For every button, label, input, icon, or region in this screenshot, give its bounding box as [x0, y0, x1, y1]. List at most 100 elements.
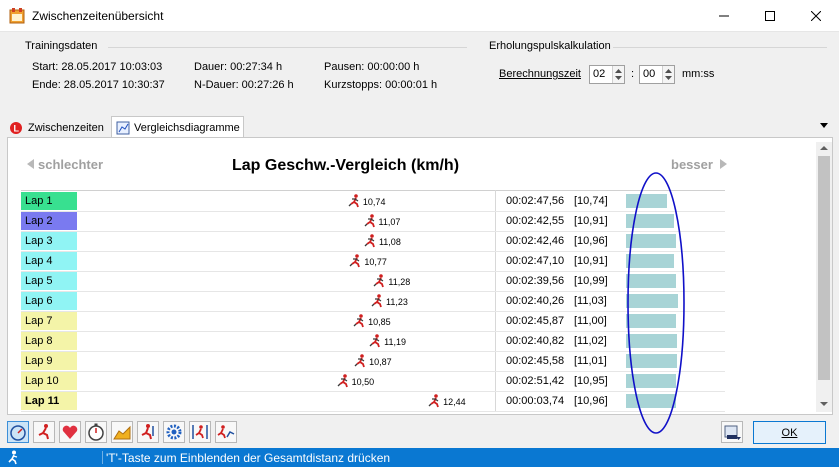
- runner-status-icon: [8, 450, 18, 465]
- runner-range-icon: [192, 425, 208, 439]
- close-button[interactable]: [793, 0, 839, 32]
- calc-time-label: Berechnungszeit: [499, 68, 581, 80]
- lap-time: 00:02:51,42: [506, 375, 565, 387]
- lap-time: 00:02:40,82: [506, 335, 565, 347]
- scroll-down-icon[interactable]: [820, 401, 828, 407]
- scrollbar-thumb[interactable]: [818, 156, 830, 380]
- heart-button[interactable]: [59, 421, 81, 443]
- short-stops: Kurzstopps: 00:00:01 h: [324, 79, 438, 91]
- lap-label: Lap 4: [21, 252, 77, 270]
- tab-vergleichsdiagramme[interactable]: Vergleichsdiagramme: [111, 116, 244, 138]
- elevation-icon: [113, 425, 131, 440]
- tabs-dropdown-icon[interactable]: [819, 123, 829, 129]
- spin-arrows-icon: [615, 69, 622, 80]
- elevation-button[interactable]: [111, 421, 133, 443]
- speed-marker: [368, 334, 382, 351]
- gear-button[interactable]: [163, 421, 185, 443]
- maximize-button[interactable]: [747, 0, 793, 32]
- time-separator: :: [631, 68, 635, 80]
- runner-chart-icon: [217, 425, 235, 439]
- speed-value: 10,50: [351, 377, 375, 387]
- lap-label: Lap 5: [21, 272, 77, 290]
- minimize-button[interactable]: [701, 0, 747, 32]
- diagram-panel: [7, 137, 833, 415]
- worse-arrow-icon: [27, 159, 34, 169]
- start-time: Start: 28.05.2017 10:03:03: [32, 61, 163, 73]
- speed-marker: [372, 274, 386, 291]
- lap-average: [11,01]: [574, 355, 607, 367]
- laps-icon: L: [10, 121, 22, 134]
- runner-icon: [337, 374, 348, 388]
- lap-average: [11,00]: [574, 315, 607, 327]
- runner-icon: [373, 274, 385, 288]
- status-divider: [102, 451, 103, 464]
- lap-label: Lap 2: [21, 212, 77, 230]
- runner-icon: [364, 234, 375, 248]
- speed-value: 10,74: [362, 197, 386, 207]
- lap-average: [10,96]: [574, 235, 608, 247]
- spin-arrows-icon: [665, 69, 672, 80]
- training-group-label: Trainingsdaten: [25, 40, 98, 52]
- minutes-spin-arrows[interactable]: [612, 66, 624, 83]
- lap-time: 00:02:40,26: [506, 295, 565, 307]
- seconds-spinner[interactable]: 00: [639, 65, 675, 84]
- runner-icon: [353, 314, 364, 328]
- speedometer-icon: [10, 425, 26, 441]
- runner-arrow-icon: [141, 424, 154, 440]
- time-unit: mm:ss: [682, 68, 715, 80]
- stopwatch-icon: [88, 423, 104, 441]
- lap-time: 00:00:03,74: [506, 395, 565, 407]
- diagram-title: Lap Geschw.-Vergleich (km/h): [232, 157, 460, 174]
- lap-label: Lap 10: [21, 372, 77, 390]
- runner-icon: [371, 294, 382, 308]
- net-duration: N-Dauer: 00:27:26 h: [194, 79, 294, 91]
- window-title: Zwischenzeitenübersicht: [32, 9, 164, 23]
- lap-label: Lap 3: [21, 232, 77, 250]
- seconds-spin-arrows[interactable]: [662, 66, 674, 83]
- speed-value: 11,07: [378, 217, 401, 227]
- ok-button-label: OK: [781, 426, 798, 439]
- minutes-spinner[interactable]: 02: [589, 65, 625, 84]
- ok-button[interactable]: OK: [753, 421, 826, 444]
- lap-average: [10,95]: [574, 375, 608, 387]
- scroll-up-icon[interactable]: [820, 145, 828, 151]
- training-group-divider: [108, 47, 467, 48]
- tab-zwischenzeiten-label: Zwischenzeiten: [28, 121, 104, 134]
- lap-average: [10,91]: [574, 215, 608, 227]
- runner-arrow-button[interactable]: [137, 421, 159, 443]
- svg-text:L: L: [14, 123, 20, 133]
- vertical-scrollbar[interactable]: [816, 142, 832, 412]
- lap-time: 00:02:39,56: [506, 275, 565, 287]
- runner-chart-button[interactable]: [215, 421, 237, 443]
- lap-time: 00:02:45,58: [506, 355, 565, 367]
- app-icon: [9, 8, 25, 24]
- lap-label: Lap 11: [21, 392, 77, 410]
- lap-time: 00:02:47,10: [506, 255, 565, 267]
- status-text: 'T'-Taste zum Einblenden der Gesamtdista…: [106, 451, 391, 465]
- stopwatch-button[interactable]: [85, 421, 107, 443]
- export-icon: [724, 425, 741, 440]
- speed-marker: [347, 194, 361, 211]
- speed-marker: [352, 314, 366, 331]
- gear-icon: [166, 424, 182, 440]
- minutes-value: 02: [593, 68, 606, 80]
- runner-button[interactable]: [33, 421, 55, 443]
- runner-icon: [349, 254, 361, 268]
- worse-label: schlechter: [38, 157, 104, 172]
- end-time: Ende: 28.05.2017 10:30:37: [32, 79, 165, 91]
- lap-label: Lap 1: [21, 192, 77, 210]
- tab-zwischenzeiten[interactable]: L Zwischenzeiten: [7, 117, 111, 138]
- speed-marker: [363, 234, 377, 251]
- lap-average: [11,03]: [574, 295, 607, 307]
- runner-range-button[interactable]: [189, 421, 211, 443]
- lap-label: Lap 9: [21, 352, 77, 370]
- lap-average: [11,02]: [574, 335, 607, 347]
- speedometer-button[interactable]: [7, 421, 29, 443]
- chart-divider: [495, 190, 496, 411]
- runner-icon: [348, 194, 359, 208]
- lap-time: 00:02:42,46: [506, 235, 565, 247]
- export-button[interactable]: [721, 421, 743, 443]
- lap-label: Lap 7: [21, 312, 77, 330]
- runner-icon: [38, 424, 49, 440]
- speed-value: 10,77: [364, 257, 387, 267]
